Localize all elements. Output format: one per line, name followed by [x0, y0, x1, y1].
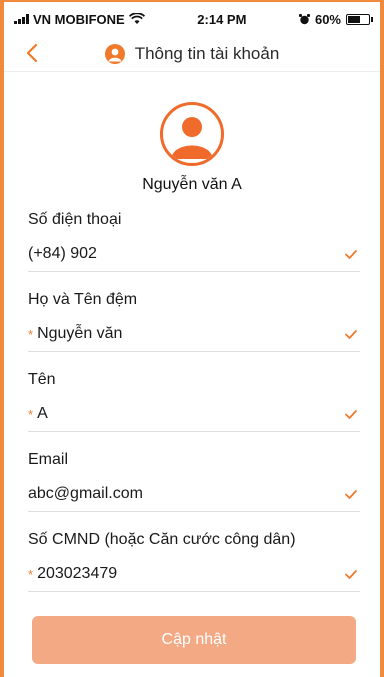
field-label: Số CMND (hoặc Căn cước công dân) — [28, 531, 296, 548]
profile-name: Nguyễn văn A — [142, 176, 242, 193]
field-value: Nguyễn văn — [37, 325, 123, 342]
chevron-left-icon — [26, 43, 38, 63]
field-label: Số điện thoại — [28, 211, 122, 228]
avatar[interactable] — [160, 102, 224, 166]
update-button[interactable]: Cập nhật — [32, 616, 356, 664]
status-left: VN MOBIFONE — [14, 12, 145, 27]
battery-icon — [346, 13, 373, 25]
avatar-user-icon — [171, 117, 213, 159]
avatar-wrap — [4, 102, 380, 166]
carrier-name: VN MOBIFONE — [33, 11, 125, 27]
page-title: Thông tin tài khoản — [134, 43, 280, 63]
required-mark: * — [28, 406, 34, 422]
alarm-icon — [298, 13, 310, 24]
email-input[interactable]: abc@gmail.com — [28, 485, 143, 503]
field-value: 203023479 — [37, 565, 118, 582]
signal-icon — [14, 14, 29, 24]
back-button[interactable] — [26, 40, 38, 68]
middle-name-input[interactable]: * Nguyễn văn — [28, 325, 122, 343]
field-value: (+84) 902 — [28, 245, 97, 262]
field-first-name: Tên * A — [28, 367, 360, 447]
field-label: Họ và Tên đệm — [28, 291, 138, 308]
phone-input[interactable]: (+84) 902 — [28, 245, 97, 263]
field-value: abc@gmail.com — [28, 485, 143, 502]
field-label: Email — [28, 451, 69, 468]
divider — [28, 271, 360, 272]
divider — [28, 351, 360, 352]
wifi-icon — [128, 13, 145, 24]
header-title-group: Thông tin tài khoản — [104, 43, 280, 64]
id-card-input[interactable]: * 203023479 — [28, 565, 117, 583]
first-name-input[interactable]: * A — [28, 405, 48, 423]
field-middle-name: Họ và Tên đệm * Nguyễn văn — [28, 287, 360, 367]
field-id-card: Số CMND (hoặc Căn cước công dân) * 20302… — [28, 527, 360, 607]
check-icon — [345, 330, 357, 339]
required-mark: * — [28, 566, 34, 582]
check-icon — [345, 490, 357, 499]
account-form: Số điện thoại (+84) 902 Họ và Tên đệm * … — [28, 207, 360, 607]
field-label: Tên — [28, 371, 56, 388]
divider — [28, 431, 360, 432]
status-right: 60% — [298, 11, 373, 27]
field-phone: Số điện thoại (+84) 902 — [28, 207, 360, 287]
app-frame: VN MOBIFONE 2:14 PM 60% Thông tin tài kh… — [0, 0, 384, 677]
check-icon — [345, 410, 357, 419]
required-mark: * — [28, 326, 34, 342]
user-icon — [104, 43, 125, 64]
status-time: 2:14 PM — [197, 11, 247, 27]
check-icon — [345, 570, 357, 579]
status-bar: VN MOBIFONE 2:14 PM 60% — [4, 2, 380, 36]
divider — [28, 591, 360, 592]
battery-percent: 60% — [314, 11, 341, 27]
check-icon — [345, 250, 357, 259]
divider — [28, 511, 360, 512]
field-email: Email abc@gmail.com — [28, 447, 360, 527]
field-value: A — [37, 405, 48, 422]
nav-header: Thông tin tài khoản — [4, 36, 380, 72]
